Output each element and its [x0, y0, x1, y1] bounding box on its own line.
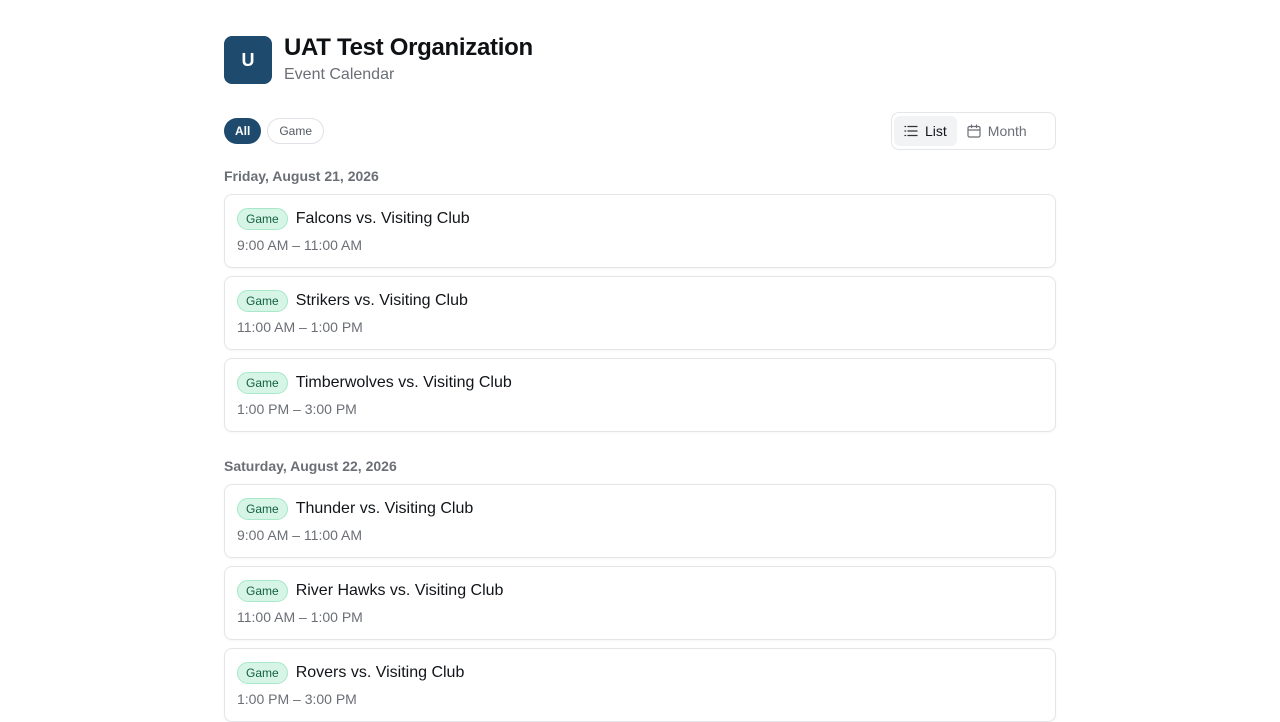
- event-time: 9:00 AM – 11:00 AM: [237, 527, 363, 543]
- date-heading: Friday, August 21, 2026: [224, 168, 379, 184]
- event-type-badge: Game: [237, 290, 288, 312]
- event-type-badge: Game: [237, 372, 288, 394]
- header-text: UAT Test Organization Event Calendar: [284, 36, 533, 85]
- event-title: Falcons vs. Visiting Club: [295, 210, 470, 227]
- event-type-badge: Game: [237, 580, 288, 602]
- org-avatar: U: [224, 36, 272, 84]
- event-type-badge: Game: [237, 662, 288, 684]
- toolbar: All Game List Month: [224, 112, 1056, 150]
- event-type-badge: Game: [237, 498, 288, 520]
- month-view-label: Month: [987, 123, 1027, 139]
- event-time: 11:00 AM – 1:00 PM: [237, 319, 363, 335]
- filter-chips: All Game: [224, 118, 325, 144]
- filter-chip-all[interactable]: All: [224, 118, 262, 144]
- event-calendar-page: U UAT Test Organization Event Calendar A…: [224, 36, 1056, 722]
- filter-chip-game[interactable]: Game: [267, 118, 325, 144]
- calendar-icon: [967, 124, 981, 138]
- month-view-button[interactable]: Month: [957, 116, 1037, 146]
- event-card[interactable]: Game Thunder vs. Visiting Club 9:00 AM –…: [224, 484, 1056, 558]
- page-subtitle: Event Calendar: [284, 66, 395, 83]
- view-toggle: List Month: [891, 112, 1056, 150]
- page-header: U UAT Test Organization Event Calendar: [224, 36, 1056, 84]
- event-title: River Hawks vs. Visiting Club: [295, 582, 504, 599]
- event-time: 9:00 AM – 11:00 AM: [237, 237, 363, 253]
- event-card[interactable]: Game Rovers vs. Visiting Club 1:00 PM – …: [224, 648, 1056, 722]
- event-time: 11:00 AM – 1:00 PM: [237, 609, 363, 625]
- page-title: UAT Test Organization: [284, 34, 533, 61]
- event-card[interactable]: Game Timberwolves vs. Visiting Club 1:00…: [224, 358, 1056, 432]
- event-time: 1:00 PM – 3:00 PM: [237, 401, 357, 417]
- event-type-badge: Game: [237, 208, 288, 230]
- list-view-button[interactable]: List: [894, 116, 957, 146]
- event-title: Thunder vs. Visiting Club: [295, 500, 474, 517]
- event-card[interactable]: Game Falcons vs. Visiting Club 9:00 AM –…: [224, 194, 1056, 268]
- event-title: Timberwolves vs. Visiting Club: [295, 374, 512, 391]
- event-title: Strikers vs. Visiting Club: [295, 292, 468, 309]
- list-view-label: List: [925, 123, 947, 139]
- event-card[interactable]: Game Strikers vs. Visiting Club 11:00 AM…: [224, 276, 1056, 350]
- list-icon: [904, 125, 918, 137]
- event-title: Rovers vs. Visiting Club: [295, 664, 465, 681]
- event-time: 1:00 PM – 3:00 PM: [237, 691, 357, 707]
- event-card[interactable]: Game River Hawks vs. Visiting Club 11:00…: [224, 566, 1056, 640]
- date-heading: Saturday, August 22, 2026: [224, 458, 397, 474]
